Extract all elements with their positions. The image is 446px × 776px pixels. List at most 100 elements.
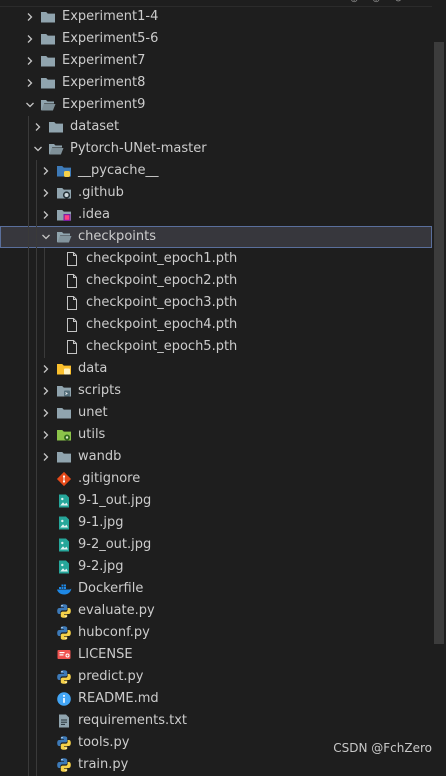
tree-folder-experiment1-4[interactable]: Experiment1-4	[0, 6, 432, 28]
chevron-right-icon[interactable]	[40, 182, 52, 204]
tree-item-label: checkpoint_epoch2.pth	[86, 273, 238, 288]
docker-icon	[56, 581, 72, 597]
chevron-down-icon[interactable]	[24, 94, 36, 116]
chevron-right-icon[interactable]	[40, 446, 52, 468]
tree-folder-scripts[interactable]: scripts	[0, 380, 432, 402]
indent-guide	[36, 380, 37, 402]
chevron-right-icon[interactable]	[40, 358, 52, 380]
chevron-right-icon[interactable]	[40, 204, 52, 226]
indent-guide	[36, 688, 37, 710]
idea-folder-icon	[56, 207, 72, 223]
chevron-right-icon[interactable]	[40, 402, 52, 424]
indent-guide	[28, 556, 29, 578]
chevron-right-icon[interactable]	[40, 160, 52, 182]
tree-file-train-py[interactable]: train.py	[0, 754, 432, 776]
tree-folder-idea[interactable]: .idea	[0, 204, 432, 226]
tree-item-label: scripts	[78, 383, 121, 398]
file-icon	[64, 251, 80, 267]
chevron-down-icon[interactable]	[40, 226, 52, 248]
folder-icon	[40, 53, 56, 69]
tree-file-predict-py[interactable]: predict.py	[0, 666, 432, 688]
indent-guide	[28, 314, 29, 336]
indent-guide	[28, 600, 29, 622]
info-icon	[56, 691, 72, 707]
tree-file-9-1-jpg[interactable]: 9-1.jpg	[0, 512, 432, 534]
indent-guide	[44, 248, 45, 270]
folder-open-icon	[48, 141, 64, 157]
tree-folder-experiment8[interactable]: Experiment8	[0, 72, 432, 94]
chevron-right-icon[interactable]	[24, 72, 36, 94]
indent-guide	[36, 600, 37, 622]
new-file-icon[interactable]: ⊕	[350, 0, 358, 5]
watermark: CSDN @FchZero	[333, 741, 432, 755]
tree-file-license[interactable]: LICENSE	[0, 644, 432, 666]
tree-item-label: .github	[78, 185, 124, 200]
chevron-right-icon[interactable]	[32, 116, 44, 138]
tree-file-readme-md[interactable]: README.md	[0, 688, 432, 710]
indent-guide	[36, 204, 37, 226]
github-folder-icon	[56, 185, 72, 201]
tree-item-label: Experiment8	[62, 75, 146, 90]
indent-guide	[28, 622, 29, 644]
tree-item-label: __pycache__	[78, 163, 159, 178]
tree-folder-github[interactable]: .github	[0, 182, 432, 204]
indent-guide	[28, 226, 29, 248]
tree-folder-experiment9[interactable]: Experiment9	[0, 94, 432, 116]
indent-guide	[44, 292, 45, 314]
tree-file-checkpoint-epoch4-pth[interactable]: checkpoint_epoch4.pth	[0, 314, 432, 336]
indent-guide	[36, 292, 37, 314]
tree-item-label: Experiment7	[62, 53, 146, 68]
tree-file-gitignore[interactable]: .gitignore	[0, 468, 432, 490]
tree-file-requirements-txt[interactable]: requirements.txt	[0, 710, 432, 732]
tree-item-label: .gitignore	[78, 471, 141, 486]
indent-guide	[36, 336, 37, 358]
folder-icon	[40, 31, 56, 47]
tree-folder-dataset[interactable]: dataset	[0, 116, 432, 138]
chevron-right-icon[interactable]	[24, 28, 36, 50]
tree-file-9-2-jpg[interactable]: 9-2.jpg	[0, 556, 432, 578]
chevron-right-icon[interactable]	[24, 6, 36, 28]
license-icon	[56, 647, 72, 663]
tree-item-label: data	[78, 361, 108, 376]
tree-folder-data[interactable]: data	[0, 358, 432, 380]
tree-folder-unet[interactable]: unet	[0, 402, 432, 424]
indent-guide	[36, 270, 37, 292]
chevron-right-icon[interactable]	[24, 50, 36, 72]
tree-folder-utils[interactable]: utils	[0, 424, 432, 446]
new-folder-icon[interactable]: ⊕	[372, 0, 380, 5]
refresh-icon[interactable]: ↻	[394, 0, 402, 5]
chevron-right-icon[interactable]	[40, 380, 52, 402]
image-icon	[56, 559, 72, 575]
python-icon	[56, 757, 72, 773]
tree-file-hubconf-py[interactable]: hubconf.py	[0, 622, 432, 644]
tree-file-checkpoint-epoch3-pth[interactable]: checkpoint_epoch3.pth	[0, 292, 432, 314]
scrollbar-thumb[interactable]	[434, 42, 444, 644]
tree-file-checkpoint-epoch5-pth[interactable]: checkpoint_epoch5.pth	[0, 336, 432, 358]
tree-file-checkpoint-epoch2-pth[interactable]: checkpoint_epoch2.pth	[0, 270, 432, 292]
indent-guide	[28, 754, 29, 776]
tree-file-dockerfile[interactable]: Dockerfile	[0, 578, 432, 600]
indent-guide	[36, 468, 37, 490]
indent-guide	[28, 534, 29, 556]
indent-guide	[36, 248, 37, 270]
indent-guide	[44, 270, 45, 292]
tree-folder-pycache[interactable]: __pycache__	[0, 160, 432, 182]
tree-file-9-2-out-jpg[interactable]: 9-2_out.jpg	[0, 534, 432, 556]
tree-file-checkpoint-epoch1-pth[interactable]: checkpoint_epoch1.pth	[0, 248, 432, 270]
chevron-right-icon[interactable]	[40, 424, 52, 446]
tree-file-evaluate-py[interactable]: evaluate.py	[0, 600, 432, 622]
tree-folder-wandb[interactable]: wandb	[0, 446, 432, 468]
folder-icon	[40, 9, 56, 25]
indent-guide	[36, 358, 37, 380]
tree-file-9-1-out-jpg[interactable]: 9-1_out.jpg	[0, 490, 432, 512]
folder-icon	[40, 75, 56, 91]
tree-item-label: .idea	[78, 207, 110, 222]
indent-guide	[36, 490, 37, 512]
chevron-down-icon[interactable]	[32, 138, 44, 160]
indent-guide	[36, 182, 37, 204]
tree-folder-pytorch-unet-master[interactable]: Pytorch-UNet-master	[0, 138, 432, 160]
indent-guide	[28, 358, 29, 380]
tree-folder-experiment7[interactable]: Experiment7	[0, 50, 432, 72]
tree-folder-checkpoints[interactable]: checkpoints	[0, 226, 432, 248]
tree-folder-experiment5-6[interactable]: Experiment5-6	[0, 28, 432, 50]
